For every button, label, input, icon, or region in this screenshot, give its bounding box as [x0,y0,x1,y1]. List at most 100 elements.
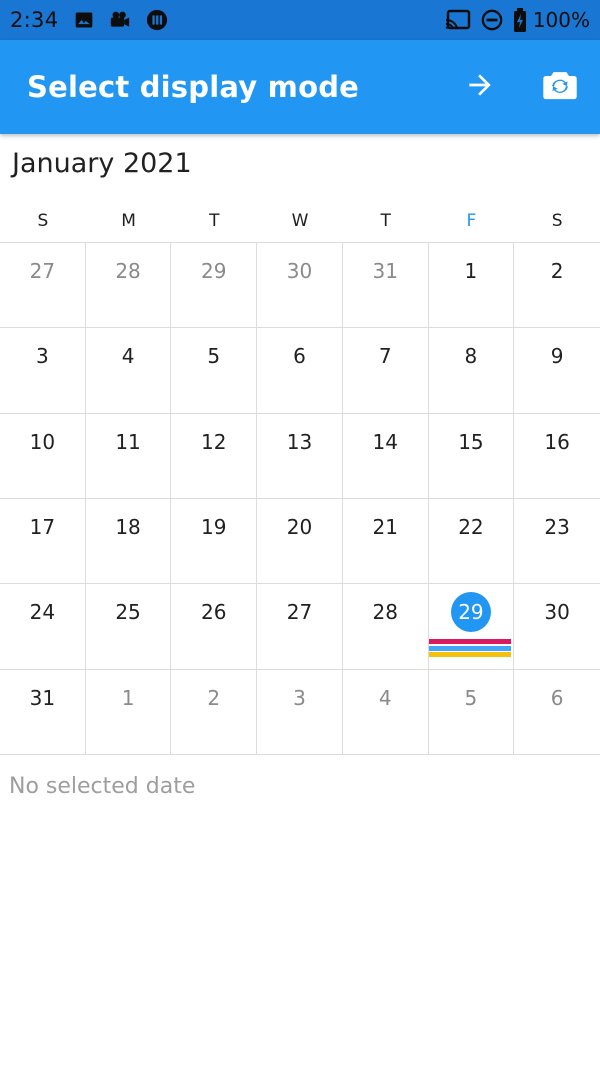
status-bar: 2:34 100% [0,0,600,40]
calendar-day[interactable]: 23 [514,499,600,585]
day-number: 6 [550,685,564,710]
weekday-label: W [291,211,309,231]
weekday-header: S M T W T F S [0,205,600,237]
day-number: 19 [201,515,227,539]
event-bar[interactable] [428,639,512,645]
day-number: 23 [544,515,570,539]
day-number: 30 [544,600,570,625]
day-number: 9 [550,344,564,369]
weekday-label: T [209,211,220,231]
day-number: 16 [544,429,570,454]
calendar-day[interactable]: 1 [428,243,515,329]
day-number: 1 [464,259,478,283]
calendar-day[interactable]: 12 [171,413,258,499]
calendar-day[interactable]: 4 [85,328,172,414]
switch-camera-icon [542,69,578,105]
media-icon [146,9,168,31]
event-bar[interactable] [428,645,512,651]
calendar-day-today[interactable]: 29 [428,584,515,670]
day-number: 10 [29,429,56,454]
weekday-label: T [380,211,391,231]
calendar-day[interactable]: 9 [514,328,600,414]
calendar-day[interactable]: 1 [85,669,172,755]
day-number: 8 [464,344,478,369]
day-number: 17 [29,515,56,539]
calendar-grid: 27 28 29 30 31 1 2 3 4 5 6 7 8 9 10 11 12 13 14 15 16 17 18 19 2… [0,242,600,755]
calendar-day[interactable]: 13 [257,413,343,499]
day-number: 25 [115,600,141,625]
switch-camera-button[interactable] [540,67,580,107]
day-number: 18 [115,515,141,539]
calendar-day[interactable]: 6 [257,328,343,414]
selected-date-text: No selected date [9,774,196,799]
day-number: 12 [201,429,227,454]
weekday-label: M [121,211,136,231]
calendar-day[interactable]: 22 [428,499,515,585]
arrow-forward-button[interactable] [460,67,500,107]
calendar-day[interactable]: 25 [85,584,172,670]
day-number: 13 [286,429,313,454]
calendar-day[interactable]: 30 [257,243,343,329]
day-number: 15 [458,429,484,454]
calendar-day[interactable]: 30 [514,584,600,670]
calendar-day[interactable]: 28 [342,584,429,670]
calendar-day[interactable]: 19 [171,499,258,585]
day-number: 5 [464,685,478,710]
calendar-day[interactable]: 18 [85,499,172,585]
battery-icon [513,8,527,32]
calendar-day[interactable]: 29 [171,243,258,329]
calendar-day[interactable]: 15 [428,413,515,499]
calendar-day[interactable]: 20 [257,499,343,585]
day-number: 21 [372,515,398,539]
calendar-day[interactable]: 16 [514,414,600,499]
day-number: 27 [286,600,313,625]
calendar-day[interactable]: 31 [0,669,86,755]
day-number: 28 [115,259,141,283]
battery-percent: 100% [532,8,590,32]
day-number: 27 [29,259,56,283]
day-number: 3 [293,685,306,710]
calendar-day[interactable]: 2 [514,243,600,329]
day-number: 14 [372,429,398,454]
day-number: 4 [121,344,135,369]
calendar-day[interactable]: 27 [0,243,86,329]
day-number: 31 [372,259,398,283]
cast-icon [445,9,471,31]
image-icon [74,10,94,30]
arrow-forward-icon [464,69,496,105]
event-list [428,639,512,659]
calendar-day[interactable]: 4 [342,669,429,755]
calendar-day[interactable]: 2 [171,669,258,755]
calendar-day[interactable]: 5 [428,669,515,755]
day-number: 20 [286,515,313,539]
calendar-day[interactable]: 11 [85,413,172,499]
day-number: 5 [207,344,221,369]
calendar-day[interactable]: 26 [171,584,258,670]
day-number: 29 [201,259,227,283]
calendar-day[interactable]: 31 [342,243,429,329]
day-number: 26 [201,600,227,625]
calendar-day[interactable]: 8 [428,328,515,414]
day-number: 24 [29,600,56,625]
app-bar: Select display mode [0,40,600,134]
weekday-label: S [37,211,49,231]
weekday-label: S [551,211,563,231]
calendar-day[interactable]: 17 [0,499,86,585]
calendar-day[interactable]: 10 [0,413,86,499]
event-bar[interactable] [428,652,512,658]
calendar-day[interactable]: 3 [0,328,86,414]
calendar-day[interactable]: 5 [171,328,258,414]
calendar-day[interactable]: 7 [342,328,429,414]
day-number: 2 [207,685,221,710]
weekday-label-today: F [466,211,477,231]
day-number: 4 [378,685,392,710]
calendar-day[interactable]: 27 [257,584,343,670]
calendar-day[interactable]: 24 [0,584,86,670]
calendar-day[interactable]: 28 [85,243,172,329]
calendar-day[interactable]: 14 [342,413,429,499]
calendar-day[interactable]: 3 [257,669,343,755]
calendar-day[interactable]: 6 [514,670,600,755]
day-number: 2 [550,259,564,283]
calendar-day[interactable]: 21 [342,499,429,585]
app-title: Select display mode [27,70,360,104]
